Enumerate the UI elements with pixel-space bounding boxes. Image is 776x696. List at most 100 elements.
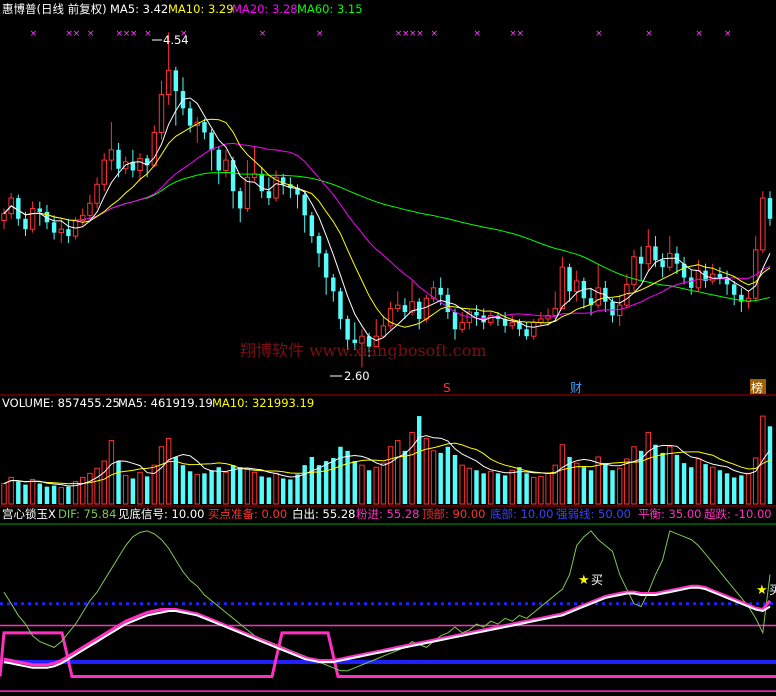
volume-bar-32 [230, 465, 236, 504]
volume-bar-8 [58, 487, 64, 505]
marker-cai: 财 [570, 381, 582, 395]
candle-body-37 [266, 191, 272, 199]
volume-bar-60 [430, 450, 437, 505]
volume-bar-3 [23, 484, 28, 504]
volume-bar-25 [180, 465, 186, 504]
volume-bar-75 [538, 475, 544, 505]
volume-bar-61 [438, 452, 443, 504]
volume-bar-17 [122, 474, 129, 505]
volume-bar-40 [288, 479, 293, 504]
indicator-chaodie: 超跌: -10.00 [704, 507, 772, 521]
volume-bar-35 [251, 471, 258, 505]
volume-bar-100 [717, 470, 723, 504]
candle-body-91 [653, 246, 658, 261]
buy-star-2: ★ [756, 583, 768, 598]
candle-body-46 [331, 277, 336, 292]
volume-bar-41 [295, 474, 300, 504]
volume-bar-29 [209, 470, 214, 504]
candle-body-92 [660, 260, 665, 268]
candle-body-21 [151, 131, 158, 166]
volume-bar-65 [466, 467, 473, 505]
volume-bar-34 [244, 467, 251, 505]
candle-body-66 [474, 312, 479, 316]
ma20-label: MA20: 3.28 [232, 2, 298, 16]
volume-bar-33 [238, 467, 243, 504]
candle-body-75 [538, 318, 544, 323]
candle-body-62 [445, 294, 451, 313]
volume-bar-72 [517, 467, 522, 504]
volume-ma5-label: MA5: 461919.19 [118, 396, 213, 410]
volume-bar-88 [631, 446, 637, 505]
volume-bar-53 [380, 462, 387, 505]
candle-body-85 [610, 301, 615, 316]
volume-bar-18 [130, 478, 136, 504]
top-x-mark-21: × [695, 29, 703, 39]
volume-bar-64 [459, 464, 465, 505]
volume-bar-21 [151, 464, 158, 505]
top-x-mark-0: × [30, 29, 38, 39]
candle-body-28 [202, 122, 207, 133]
candle-body-71 [509, 321, 515, 327]
buy-label-2: 买 [769, 583, 776, 597]
top-x-mark-22: × [724, 29, 732, 39]
indicator-dibu: 底部: 10.00 [490, 507, 553, 521]
volume-bar-93 [667, 446, 673, 505]
candle-body-106 [760, 197, 766, 251]
volume-bar-2 [16, 481, 21, 504]
candle-body-19 [137, 157, 143, 171]
candle-body-22 [158, 94, 165, 133]
volume-bar-43 [309, 456, 315, 504]
top-x-mark-7: × [144, 29, 152, 39]
indicator-fenjin: 粉进: 55.28 [356, 507, 419, 521]
top-x-mark-19: × [595, 29, 603, 39]
indicator-baichu: 白出: 55.28 [292, 507, 355, 521]
volume-bar-95 [681, 463, 687, 504]
volume-bar-87 [624, 458, 630, 505]
volume-bar-69 [495, 473, 501, 504]
volume-bar-56 [402, 450, 408, 504]
volume-ma10-label: MA10: 321993.19 [212, 396, 314, 410]
candle-body-80 [573, 280, 580, 292]
candle-body-47 [338, 291, 343, 319]
indicator-dingbu: 顶部: 90.00 [422, 507, 485, 521]
candle-body-31 [223, 159, 229, 171]
watermark: 翔博软件 www.xiangbosoft.com [240, 341, 487, 360]
candle-body-5 [37, 208, 43, 212]
top-x-mark-20: × [645, 29, 653, 39]
volume-bar-11 [80, 476, 86, 505]
candle-body-29 [209, 132, 214, 150]
candle-body-48 [345, 318, 350, 340]
indicator-maidian: 买点准备: 0.00 [208, 507, 287, 521]
high-price-label: 4.54 [163, 33, 189, 47]
volume-bar-77 [552, 464, 558, 505]
volume-bar-54 [387, 446, 394, 505]
top-x-mark-15: × [431, 29, 439, 39]
candle-body-93 [667, 252, 673, 268]
volume-bar-94 [674, 454, 680, 504]
volume-bar-48 [345, 450, 350, 504]
candle-body-86 [616, 304, 623, 316]
volume-bar-62 [445, 446, 451, 504]
candle-body-64 [459, 321, 465, 330]
candle-body-43 [309, 215, 315, 237]
candle-body-8 [58, 228, 64, 234]
top-x-mark-9: × [259, 29, 267, 39]
volume-bar-71 [509, 469, 515, 505]
volume-bar-23 [165, 438, 172, 505]
volume-bar-5 [37, 483, 43, 504]
volume-bar-13 [94, 467, 100, 505]
volume-bar-51 [366, 470, 372, 504]
candle-body-83 [595, 287, 601, 306]
stock-name-label: 惠博普(日线 前复权) [2, 2, 107, 16]
indicator-name: 宫心锁玉X [2, 507, 56, 521]
volume-bar-92 [660, 452, 665, 504]
volume-bar-44 [316, 465, 322, 504]
candle-body-9 [66, 229, 71, 237]
candle-body-55 [395, 304, 401, 310]
volume-bar-90 [645, 431, 652, 505]
candle-body-45 [323, 253, 329, 278]
volume-bar-28 [202, 473, 207, 504]
candle-body-24 [173, 70, 179, 92]
volume-bar-52 [373, 466, 379, 505]
volume-bar-84 [603, 463, 608, 504]
